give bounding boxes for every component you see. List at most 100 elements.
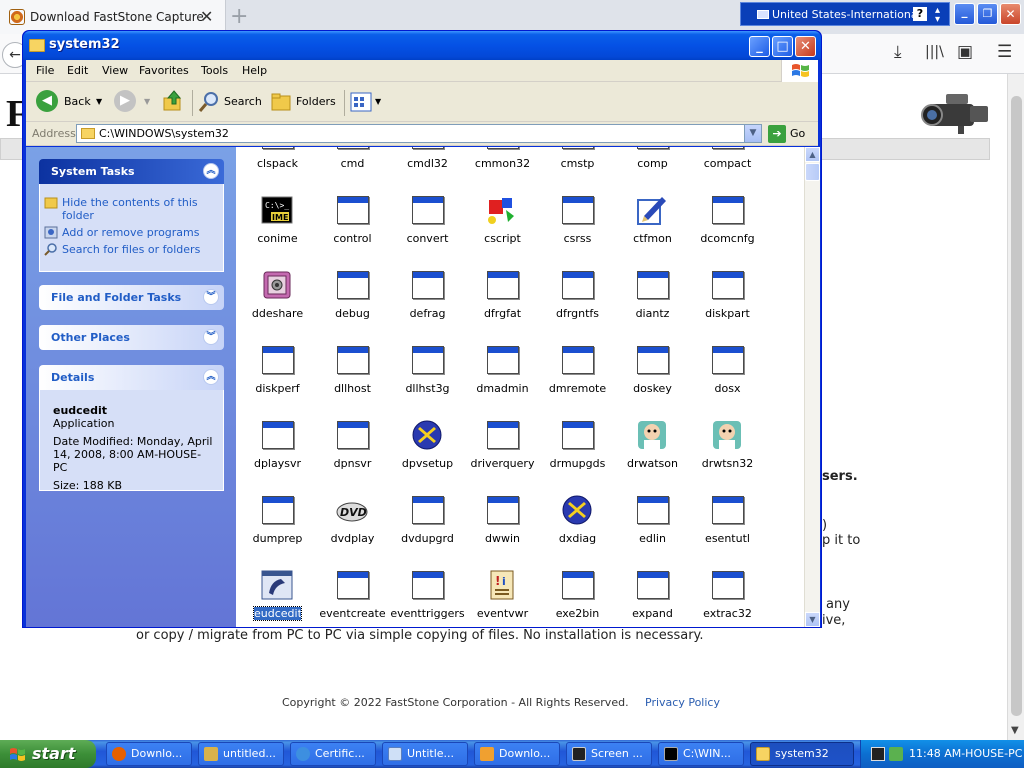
language-help-icon[interactable]: ? [913,7,927,21]
file-item[interactable]: dumprep [240,488,315,563]
taskbar-firefox[interactable]: Downlo... [106,742,192,766]
taskbar-system32[interactable]: system32 [750,742,854,766]
minimize-button[interactable]: _ [749,36,770,57]
scroll-thumb[interactable] [805,163,820,181]
taskbar-notepad[interactable]: Untitle... [382,742,468,766]
add-remove-programs-link[interactable]: Add or remove programs [40,224,223,241]
address-dropdown-icon[interactable]: ▼ [744,125,761,142]
menu-favorites[interactable]: Favorites [139,64,189,77]
collapse-icon[interactable]: ︽ [203,163,219,179]
browser-scrollbar[interactable]: ▼ [1007,74,1024,740]
file-item[interactable]: dwwin [465,488,540,563]
file-item[interactable]: esentutl [690,488,765,563]
up-folder-button[interactable] [162,90,186,116]
file-item[interactable]: drmupgds [540,413,615,488]
expand-icon[interactable]: ︾ [203,329,219,345]
menu-tools[interactable]: Tools [201,64,228,77]
explorer-title-bar[interactable]: system32 _ □ ✕ [23,31,821,60]
new-tab-button[interactable]: + [230,4,248,29]
browser-restore-button[interactable]: ❐ [977,3,998,25]
file-item[interactable]: cscript [465,188,540,263]
file-item[interactable]: eventcreate [315,563,390,627]
file-item[interactable]: edlin [615,488,690,563]
browser-scroll-thumb[interactable] [1011,96,1022,716]
file-item[interactable]: dllhst3g [390,338,465,413]
file-item[interactable]: expand [615,563,690,627]
scroll-up-icon[interactable]: ▲ [805,147,820,162]
system-tasks-header[interactable]: System Tasks ︽ [39,159,224,184]
file-item[interactable]: ! i eventvwr [465,563,540,627]
file-item[interactable]: cmmon32 [465,147,540,188]
file-item[interactable]: dvdupgrd [390,488,465,563]
scroll-down-icon[interactable]: ▼ [805,612,820,627]
folders-button[interactable]: Folders [270,90,336,116]
library-icon[interactable]: |||\ [925,44,944,60]
menu-help[interactable]: Help [242,64,267,77]
menu-file[interactable]: File [36,64,54,77]
file-item[interactable]: dplaysvr [240,413,315,488]
start-button[interactable]: start [0,740,96,768]
privacy-policy-link[interactable]: Privacy Policy [645,696,720,709]
sidebar-icon[interactable]: ▣ [957,42,973,62]
file-item[interactable]: diskperf [240,338,315,413]
search-files-link[interactable]: Search for files or folders [40,241,223,258]
file-item[interactable]: doskey [615,338,690,413]
taskbar-screen[interactable]: Screen ... [566,742,652,766]
browser-close-button[interactable]: ✕ [1000,3,1021,25]
menu-view[interactable]: View [102,64,128,77]
file-item[interactable]: dpvsetup [390,413,465,488]
back-dropdown-icon[interactable]: ▼ [96,90,102,114]
file-item[interactable]: csrss [540,188,615,263]
file-item[interactable]: ddeshare [240,263,315,338]
close-button[interactable]: ✕ [795,36,816,57]
file-item[interactable]: dpnsvr [315,413,390,488]
file-item[interactable]: eventtriggers [390,563,465,627]
details-header[interactable]: Details ︽ [39,365,224,390]
file-item[interactable]: extrac32 [690,563,765,627]
file-folder-tasks-header[interactable]: File and Folder Tasks ︾ [39,285,224,310]
file-item[interactable]: dfrgfat [465,263,540,338]
file-item[interactable]: ctfmon [615,188,690,263]
maximize-button[interactable]: □ [772,36,793,57]
taskbar-certificate[interactable]: Certific... [290,742,376,766]
file-item[interactable]: diantz [615,263,690,338]
file-item[interactable]: C:\>_ IME conime [240,188,315,263]
forward-button[interactable]: ▶ ▼ [114,90,154,116]
file-item[interactable]: defrag [390,263,465,338]
file-item[interactable]: control [315,188,390,263]
file-item[interactable]: drwatson [615,413,690,488]
language-bar[interactable]: United States-International ? ▴ ▾ [740,2,950,26]
file-item[interactable]: convert [390,188,465,263]
file-item[interactable]: clspack [240,147,315,188]
browser-minimize-button[interactable]: _ [954,3,975,25]
file-item[interactable]: cmstp [540,147,615,188]
other-places-header[interactable]: Other Places ︾ [39,325,224,350]
file-item[interactable]: cmd [315,147,390,188]
file-item[interactable]: compact [690,147,765,188]
file-item[interactable]: cmdl32 [390,147,465,188]
taskbar-cmd[interactable]: C:\WIN... [658,742,744,766]
file-item[interactable]: comp [615,147,690,188]
file-item[interactable]: dfrgntfs [540,263,615,338]
file-item[interactable]: eudcedit [240,563,315,627]
file-item[interactable]: dmremote [540,338,615,413]
file-item[interactable]: drwtsn32 [690,413,765,488]
download-icon[interactable]: ⤓ [894,42,902,62]
expand-icon[interactable]: ︾ [203,289,219,305]
network-tray-icon[interactable] [889,747,903,761]
file-item[interactable]: DVD dvdplay [315,488,390,563]
collapse-icon[interactable]: ︽ [203,369,219,385]
browser-tab[interactable]: Download FastStone Capture ✕ [0,0,226,34]
views-dropdown-icon[interactable]: ▼ [375,90,381,114]
file-item[interactable]: dcomcnfg [690,188,765,263]
file-item[interactable]: dxdiag [540,488,615,563]
hide-contents-link[interactable]: Hide the contents of this folder [40,194,223,224]
file-list[interactable]: clspack cmd cmdl32 cmmon32 cmstp comp compact C… [236,147,804,627]
views-button[interactable]: ▼ [350,90,386,116]
tab-close-icon[interactable]: ✕ [200,7,213,26]
taskbar-paint[interactable]: untitled... [198,742,284,766]
file-item[interactable]: exe2bin [540,563,615,627]
file-item[interactable]: dosx [690,338,765,413]
file-item[interactable]: diskpart [690,263,765,338]
language-options-icon[interactable]: ▴ ▾ [935,6,940,25]
